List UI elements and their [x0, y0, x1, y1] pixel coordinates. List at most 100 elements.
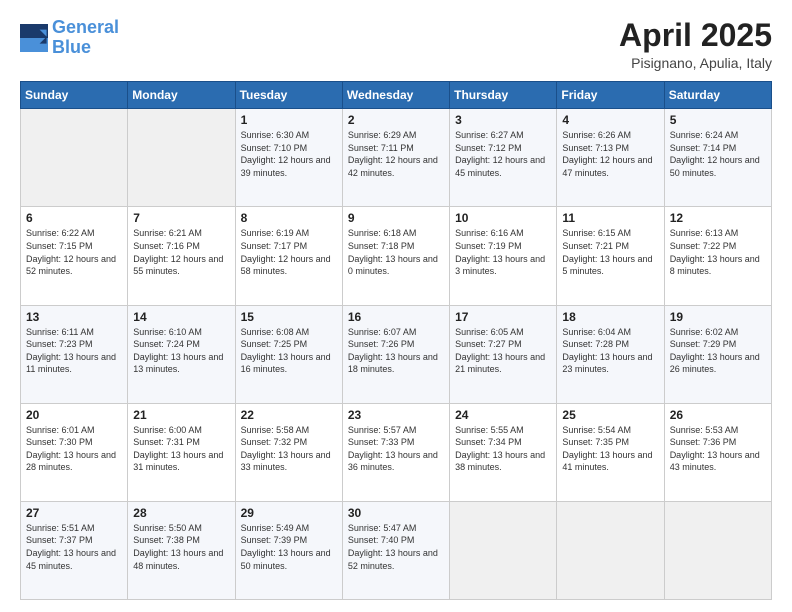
calendar-cell: 2Sunrise: 6:29 AM Sunset: 7:11 PM Daylig… — [342, 109, 449, 207]
day-header-wednesday: Wednesday — [342, 82, 449, 109]
cell-info: Sunrise: 6:30 AM Sunset: 7:10 PM Dayligh… — [241, 129, 337, 179]
cell-info: Sunrise: 6:11 AM Sunset: 7:23 PM Dayligh… — [26, 326, 122, 376]
day-number: 7 — [133, 211, 229, 225]
calendar-cell: 22 Sunrise: 5:58 AM Sunset: 7:32 PM Dayli… — [235, 403, 342, 501]
calendar-cell — [557, 501, 664, 599]
calendar-cell — [450, 501, 557, 599]
calendar-cell: 27 Sunrise: 5:51 AM Sunset: 7:37 PM Dayli… — [21, 501, 128, 599]
day-header-sunday: Sunday — [21, 82, 128, 109]
calendar-cell: 4 Sunrise: 6:26 AM Sunset: 7:13 PM Daylig… — [557, 109, 664, 207]
cell-info: Sunrise: 6:18 AM Sunset: 7:18 PM Dayligh… — [348, 227, 444, 277]
cell-info: Sunrise: 6:08 AM Sunset: 7:25 PM Dayligh… — [241, 326, 337, 376]
day-header-thursday: Thursday — [450, 82, 557, 109]
day-number: 26 — [670, 408, 766, 422]
title-block: April 2025 Pisignano, Apulia, Italy — [619, 18, 772, 71]
cell-info: Sunrise: 6:07 AM Sunset: 7:26 PM Dayligh… — [348, 326, 444, 376]
day-number: 13 — [26, 310, 122, 324]
day-number: 17 — [455, 310, 551, 324]
calendar-cell: 30 Sunrise: 5:47 AM Sunset: 7:40 PM Dayli… — [342, 501, 449, 599]
cell-info: Sunrise: 5:50 AM Sunset: 7:38 PM Dayligh… — [133, 522, 229, 572]
day-header-friday: Friday — [557, 82, 664, 109]
day-header-tuesday: Tuesday — [235, 82, 342, 109]
cell-info: Sunrise: 6:05 AM Sunset: 7:27 PM Dayligh… — [455, 326, 551, 376]
calendar-week-3: 13 Sunrise: 6:11 AM Sunset: 7:23 PM Dayli… — [21, 305, 772, 403]
cell-info: Sunrise: 6:16 AM Sunset: 7:19 PM Dayligh… — [455, 227, 551, 277]
day-number: 30 — [348, 506, 444, 520]
calendar-cell: 26 Sunrise: 5:53 AM Sunset: 7:36 PM Dayli… — [664, 403, 771, 501]
day-number: 21 — [133, 408, 229, 422]
calendar-cell: 3 Sunrise: 6:27 AM Sunset: 7:12 PM Daylig… — [450, 109, 557, 207]
day-number: 16 — [348, 310, 444, 324]
calendar-cell: 20 Sunrise: 6:01 AM Sunset: 7:30 PM Dayli… — [21, 403, 128, 501]
day-header-monday: Monday — [128, 82, 235, 109]
calendar-cell: 19Sunrise: 6:02 AM Sunset: 7:29 PM Dayli… — [664, 305, 771, 403]
calendar-cell: 29Sunrise: 5:49 AM Sunset: 7:39 PM Dayli… — [235, 501, 342, 599]
calendar-cell: 14Sunrise: 6:10 AM Sunset: 7:24 PM Dayli… — [128, 305, 235, 403]
day-number: 6 — [26, 211, 122, 225]
page: General Blue April 2025 Pisignano, Apuli… — [0, 0, 792, 612]
day-number: 22 — [241, 408, 337, 422]
cell-info: Sunrise: 5:55 AM Sunset: 7:34 PM Dayligh… — [455, 424, 551, 474]
cell-info: Sunrise: 6:04 AM Sunset: 7:28 PM Dayligh… — [562, 326, 658, 376]
calendar-cell: 17 Sunrise: 6:05 AM Sunset: 7:27 PM Dayli… — [450, 305, 557, 403]
location: Pisignano, Apulia, Italy — [619, 55, 772, 71]
day-number: 23 — [348, 408, 444, 422]
calendar-cell: 21 Sunrise: 6:00 AM Sunset: 7:31 PM Dayli… — [128, 403, 235, 501]
day-number: 19 — [670, 310, 766, 324]
calendar-cell: 28 Sunrise: 5:50 AM Sunset: 7:38 PM Dayli… — [128, 501, 235, 599]
day-number: 20 — [26, 408, 122, 422]
day-number: 3 — [455, 113, 551, 127]
day-number: 5 — [670, 113, 766, 127]
calendar-cell: 16 Sunrise: 6:07 AM Sunset: 7:26 PM Dayli… — [342, 305, 449, 403]
cell-info: Sunrise: 6:21 AM Sunset: 7:16 PM Dayligh… — [133, 227, 229, 277]
logo-text: General Blue — [52, 18, 119, 58]
day-number: 27 — [26, 506, 122, 520]
cell-info: Sunrise: 5:53 AM Sunset: 7:36 PM Dayligh… — [670, 424, 766, 474]
day-number: 14 — [133, 310, 229, 324]
day-number: 18 — [562, 310, 658, 324]
calendar-cell — [21, 109, 128, 207]
calendar-week-2: 6Sunrise: 6:22 AM Sunset: 7:15 PM Daylig… — [21, 207, 772, 305]
calendar-cell: 13 Sunrise: 6:11 AM Sunset: 7:23 PM Dayli… — [21, 305, 128, 403]
calendar-cell: 9 Sunrise: 6:18 AM Sunset: 7:18 PM Daylig… — [342, 207, 449, 305]
header: General Blue April 2025 Pisignano, Apuli… — [20, 18, 772, 71]
calendar-cell: 25Sunrise: 5:54 AM Sunset: 7:35 PM Dayli… — [557, 403, 664, 501]
cell-info: Sunrise: 6:24 AM Sunset: 7:14 PM Dayligh… — [670, 129, 766, 179]
calendar-week-5: 27 Sunrise: 5:51 AM Sunset: 7:37 PM Dayli… — [21, 501, 772, 599]
cell-info: Sunrise: 5:58 AM Sunset: 7:32 PM Dayligh… — [241, 424, 337, 474]
month-title: April 2025 — [619, 18, 772, 53]
cell-info: Sunrise: 6:15 AM Sunset: 7:21 PM Dayligh… — [562, 227, 658, 277]
cell-info: Sunrise: 5:49 AM Sunset: 7:39 PM Dayligh… — [241, 522, 337, 572]
calendar-cell: 10Sunrise: 6:16 AM Sunset: 7:19 PM Dayli… — [450, 207, 557, 305]
calendar-cell: 8Sunrise: 6:19 AM Sunset: 7:17 PM Daylig… — [235, 207, 342, 305]
logo: General Blue — [20, 18, 119, 58]
calendar-cell: 11Sunrise: 6:15 AM Sunset: 7:21 PM Dayli… — [557, 207, 664, 305]
calendar-cell: 1Sunrise: 6:30 AM Sunset: 7:10 PM Daylig… — [235, 109, 342, 207]
day-number: 15 — [241, 310, 337, 324]
day-number: 9 — [348, 211, 444, 225]
day-number: 28 — [133, 506, 229, 520]
calendar-cell: 12Sunrise: 6:13 AM Sunset: 7:22 PM Dayli… — [664, 207, 771, 305]
calendar-cell: 15 Sunrise: 6:08 AM Sunset: 7:25 PM Dayli… — [235, 305, 342, 403]
calendar-cell: 18 Sunrise: 6:04 AM Sunset: 7:28 PM Dayli… — [557, 305, 664, 403]
day-number: 24 — [455, 408, 551, 422]
calendar-cell — [664, 501, 771, 599]
cell-info: Sunrise: 6:19 AM Sunset: 7:17 PM Dayligh… — [241, 227, 337, 277]
calendar-cell: 24 Sunrise: 5:55 AM Sunset: 7:34 PM Dayli… — [450, 403, 557, 501]
cell-info: Sunrise: 5:51 AM Sunset: 7:37 PM Dayligh… — [26, 522, 122, 572]
day-number: 4 — [562, 113, 658, 127]
day-number: 2 — [348, 113, 444, 127]
cell-info: Sunrise: 6:01 AM Sunset: 7:30 PM Dayligh… — [26, 424, 122, 474]
calendar-cell: 6Sunrise: 6:22 AM Sunset: 7:15 PM Daylig… — [21, 207, 128, 305]
cell-info: Sunrise: 6:27 AM Sunset: 7:12 PM Dayligh… — [455, 129, 551, 179]
cell-info: Sunrise: 6:00 AM Sunset: 7:31 PM Dayligh… — [133, 424, 229, 474]
calendar-cell: 7 Sunrise: 6:21 AM Sunset: 7:16 PM Daylig… — [128, 207, 235, 305]
cell-info: Sunrise: 5:47 AM Sunset: 7:40 PM Dayligh… — [348, 522, 444, 572]
calendar-week-4: 20 Sunrise: 6:01 AM Sunset: 7:30 PM Dayli… — [21, 403, 772, 501]
logo-icon — [20, 24, 48, 52]
cell-info: Sunrise: 6:26 AM Sunset: 7:13 PM Dayligh… — [562, 129, 658, 179]
day-header-saturday: Saturday — [664, 82, 771, 109]
cell-info: Sunrise: 5:57 AM Sunset: 7:33 PM Dayligh… — [348, 424, 444, 474]
calendar-header-row: SundayMondayTuesdayWednesdayThursdayFrid… — [21, 82, 772, 109]
logo-blue: Blue — [52, 37, 91, 57]
